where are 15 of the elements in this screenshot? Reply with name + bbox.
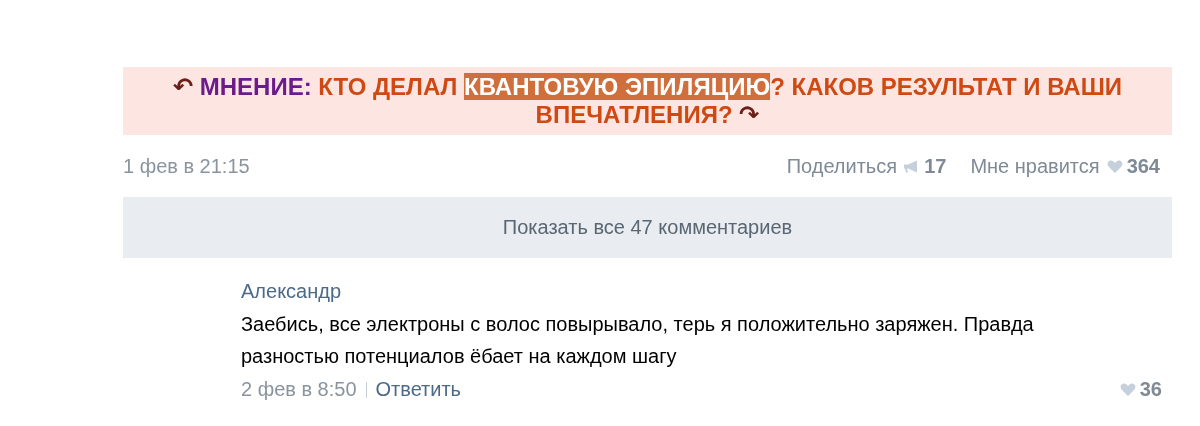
comment-date[interactable]: 2 фев в 8:50 [241,378,357,401]
reply-link[interactable]: Ответить [375,378,462,401]
show-comments-button[interactable]: Показать все 47 комментариев [123,197,1172,258]
share-link[interactable]: Поделиться [786,154,898,178]
post-title[interactable]: ↶ МНЕНИЕ: КТО ДЕЛАЛ КВАНТОВУЮ ЭПИЛЯЦИЮ? КАКОВ РЕЗУЛЬТАТ И ВАШИ ВПЕЧАТЛЕНИЯ? ↷ [127,73,1168,129]
post-banner[interactable]: ↶ МНЕНИЕ: КТО ДЕЛАЛ КВАНТОВУЮ ЭПИЛЯЦИЮ? КАКОВ РЕЗУЛЬТАТ И ВАШИ ВПЕЧАТЛЕНИЯ? ↷ [123,67,1172,135]
like-link[interactable]: Мне нравится [970,154,1100,178]
share-count: 17 [924,154,947,178]
like-count: 364 [1126,154,1160,178]
comment-text: Заебись, все электроны с волос повырывало, терь я положительно заряжен. Правда разностью потенциалов ёбает на каждом шагу [241,312,1035,369]
like-count: 36 [1139,378,1162,401]
heart-icon [1118,382,1137,397]
heart-icon [1105,158,1124,174]
comment-author[interactable]: Александр [241,280,1172,304]
post-date[interactable]: 1 фев в 21:15 [123,154,250,178]
